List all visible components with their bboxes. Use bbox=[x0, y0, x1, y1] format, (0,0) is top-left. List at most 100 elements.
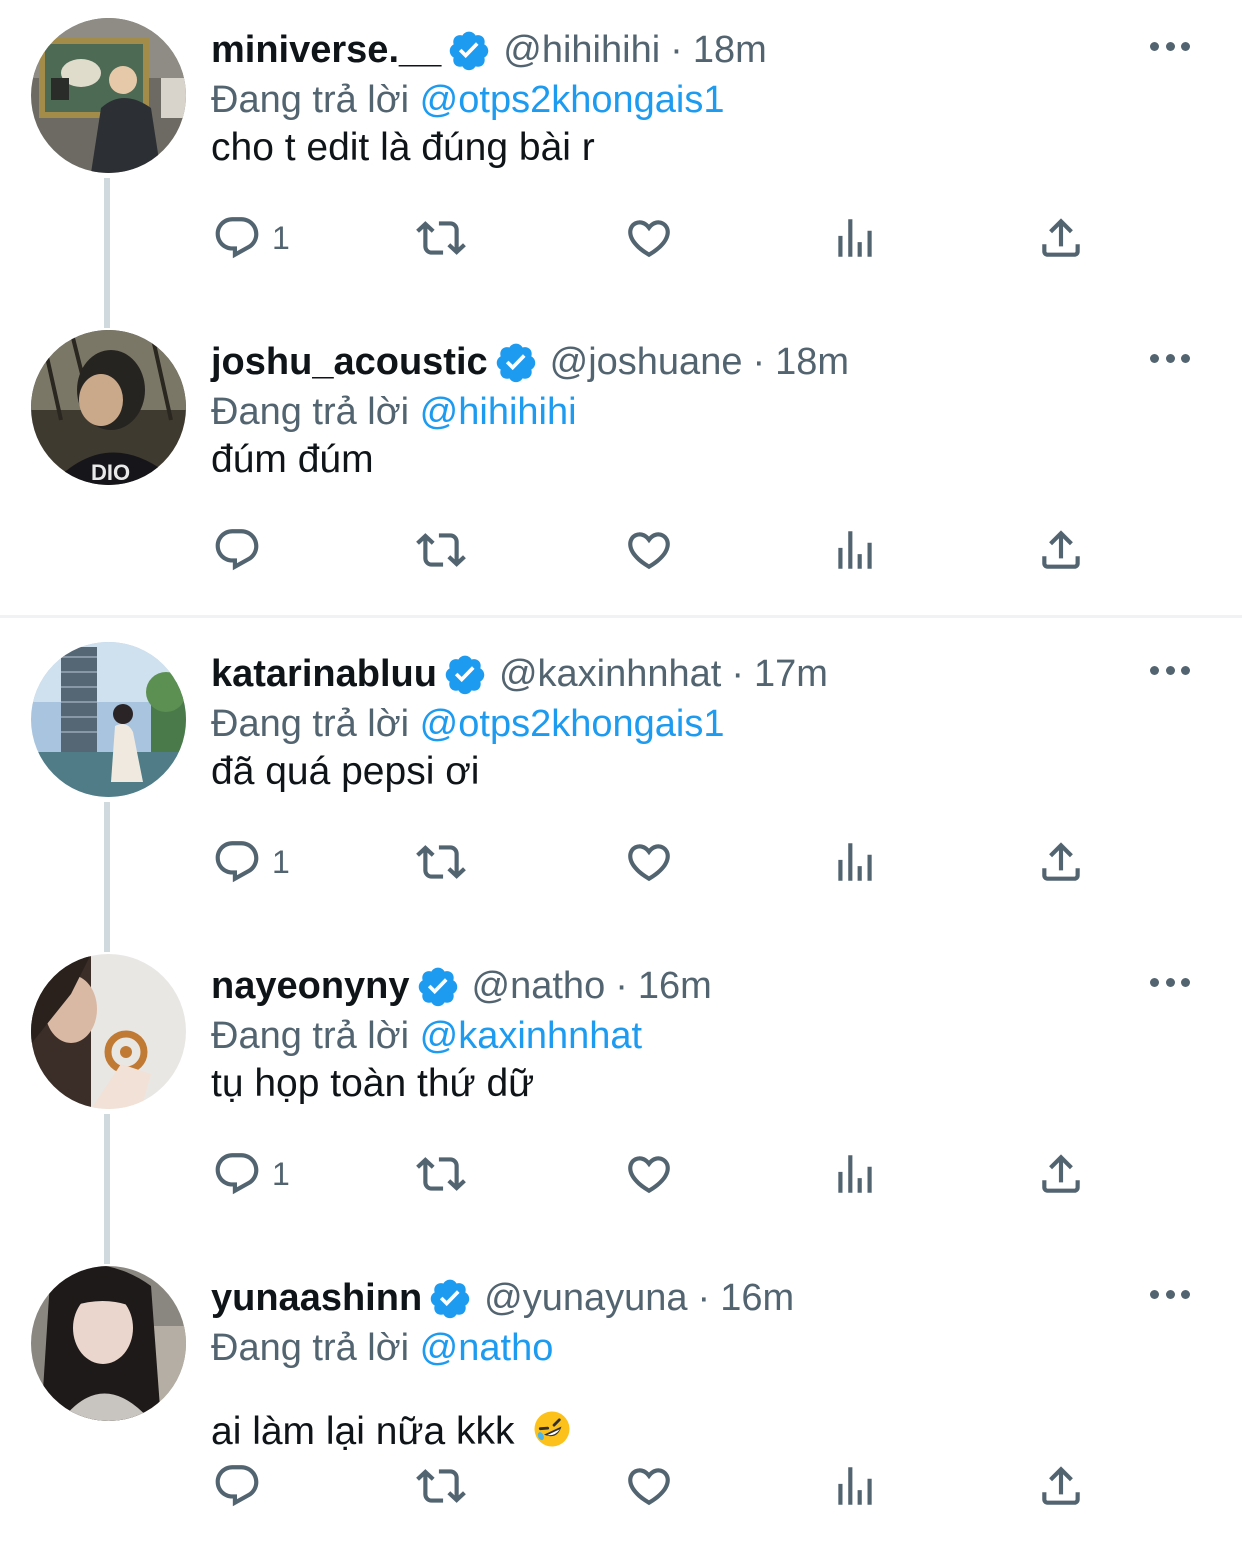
more-dots-icon[interactable] bbox=[1150, 28, 1190, 64]
views-button[interactable] bbox=[830, 832, 880, 892]
like-button[interactable] bbox=[624, 1456, 674, 1516]
reply-bubble-icon bbox=[215, 217, 259, 259]
replying-to-label: Đang trả lời bbox=[211, 1015, 410, 1057]
timestamp[interactable]: 18m bbox=[775, 336, 849, 388]
mention-link[interactable]: @otps2khongais1 bbox=[420, 79, 725, 121]
mention-link[interactable]: @natho bbox=[420, 1327, 554, 1369]
handle[interactable]: @natho bbox=[472, 960, 606, 1012]
replying-to: Đang trả lời @otps2khongais1 bbox=[211, 698, 724, 750]
views-bar-chart-icon bbox=[838, 531, 872, 569]
retweet-icon bbox=[416, 533, 466, 567]
timestamp[interactable]: 18m bbox=[693, 24, 767, 76]
reply-button[interactable]: 1 bbox=[212, 832, 290, 892]
tweet[interactable]: katarinabluu @kaxinhnhat · 17m Đang trả … bbox=[0, 624, 1242, 936]
retweet-icon bbox=[416, 1157, 466, 1191]
retweet-button[interactable] bbox=[416, 832, 466, 892]
reply-count: 1 bbox=[272, 219, 290, 256]
tweet[interactable]: yunaashinn @yunayuna · 16m Đang trả lời … bbox=[0, 1248, 1242, 1556]
reply-bubble-icon bbox=[215, 841, 259, 883]
avatar[interactable]: DIO bbox=[31, 330, 186, 485]
reply-count: 1 bbox=[272, 843, 290, 880]
display-name[interactable]: yunaashinn bbox=[211, 1272, 422, 1324]
mention-link[interactable]: @kaxinhnhat bbox=[420, 1015, 642, 1057]
views-button[interactable] bbox=[830, 208, 880, 268]
replying-to-label: Đang trả lời bbox=[211, 391, 410, 433]
handle[interactable]: @kaxinhnhat bbox=[499, 648, 721, 700]
avatar[interactable] bbox=[31, 954, 186, 1109]
tweet-text-content: ai làm lại nữa kkk bbox=[211, 1410, 515, 1453]
like-button[interactable] bbox=[624, 832, 674, 892]
reply-button[interactable] bbox=[212, 1456, 272, 1516]
avatar[interactable] bbox=[31, 1266, 186, 1421]
share-upload-icon bbox=[1042, 530, 1080, 569]
display-name[interactable]: joshu_acoustic bbox=[211, 336, 488, 388]
separator-dot: · bbox=[697, 1277, 711, 1319]
views-bar-chart-icon bbox=[838, 219, 872, 257]
heart-icon bbox=[628, 532, 670, 570]
heart-icon bbox=[628, 1156, 670, 1194]
like-button[interactable] bbox=[624, 208, 674, 268]
retweet-button[interactable] bbox=[416, 1456, 466, 1516]
display-name[interactable]: miniverse.__ bbox=[211, 24, 441, 76]
retweet-button[interactable] bbox=[416, 1144, 466, 1204]
heart-icon bbox=[628, 220, 670, 258]
heart-icon bbox=[628, 1468, 670, 1506]
more-dots-icon[interactable] bbox=[1150, 1276, 1190, 1312]
views-button[interactable] bbox=[830, 520, 880, 580]
tweet-text: cho t edit là đúng bài r bbox=[211, 126, 595, 169]
reply-bubble-icon bbox=[215, 1153, 259, 1195]
display-name[interactable]: nayeonyny bbox=[211, 960, 410, 1012]
timestamp[interactable]: 16m bbox=[720, 1272, 794, 1324]
action-bar bbox=[0, 520, 1242, 580]
retweet-button[interactable] bbox=[416, 520, 466, 580]
mention-link[interactable]: @otps2khongais1 bbox=[420, 703, 725, 745]
reply-count: 1 bbox=[272, 1155, 290, 1192]
avatar[interactable] bbox=[31, 18, 186, 173]
views-button[interactable] bbox=[830, 1456, 880, 1516]
conversation-divider bbox=[0, 615, 1242, 618]
replying-to: Đang trả lời @otps2khongais1 bbox=[211, 74, 724, 126]
share-button[interactable] bbox=[1036, 208, 1086, 268]
replying-to: Đang trả lời @natho bbox=[211, 1322, 553, 1374]
timestamp[interactable]: 16m bbox=[638, 960, 712, 1012]
share-button[interactable] bbox=[1036, 520, 1086, 580]
replying-to-label: Đang trả lời bbox=[211, 79, 410, 121]
share-button[interactable] bbox=[1036, 1144, 1086, 1204]
reply-button[interactable]: 1 bbox=[212, 1144, 290, 1204]
views-bar-chart-icon bbox=[838, 1467, 872, 1505]
tweet[interactable]: DIO joshu_acoustic @joshuane · 18m Đang … bbox=[0, 312, 1242, 614]
handle[interactable]: @hihihihi bbox=[503, 24, 660, 76]
tweet[interactable]: nayeonyny @natho · 16m Đang trả lời @kax… bbox=[0, 936, 1242, 1248]
separator-dot: · bbox=[670, 29, 683, 71]
verified-badge-icon bbox=[430, 1279, 470, 1319]
retweet-button[interactable] bbox=[416, 208, 466, 268]
tweet-text: đã quá pepsi ơi bbox=[211, 750, 480, 793]
retweet-icon bbox=[416, 845, 466, 879]
mention-link[interactable]: @hihihihi bbox=[420, 391, 577, 433]
handle[interactable]: @yunayuna bbox=[484, 1272, 687, 1324]
reply-button[interactable]: 1 bbox=[212, 208, 290, 268]
display-name[interactable]: katarinabluu bbox=[211, 648, 437, 700]
replying-to: Đang trả lời @kaxinhnhat bbox=[211, 1010, 642, 1062]
share-button[interactable] bbox=[1036, 832, 1086, 892]
share-button[interactable] bbox=[1036, 1456, 1086, 1516]
like-button[interactable] bbox=[624, 520, 674, 580]
like-button[interactable] bbox=[624, 1144, 674, 1204]
more-dots-icon[interactable] bbox=[1150, 340, 1190, 376]
views-bar-chart-icon bbox=[838, 843, 872, 881]
timestamp[interactable]: 17m bbox=[754, 648, 828, 700]
more-dots-icon[interactable] bbox=[1150, 652, 1190, 688]
avatar[interactable] bbox=[31, 642, 186, 797]
verified-badge-icon bbox=[450, 31, 489, 71]
retweet-icon bbox=[416, 1469, 466, 1503]
verified-badge-icon bbox=[496, 343, 535, 383]
tweet[interactable]: miniverse.__ @hihihihi · 18m Đang trả lờ… bbox=[0, 0, 1242, 312]
separator-dot: · bbox=[615, 965, 628, 1007]
reply-button[interactable] bbox=[212, 520, 272, 580]
handle[interactable]: @joshuane bbox=[550, 336, 743, 388]
views-bar-chart-icon bbox=[838, 1155, 872, 1193]
tweet-text: ai làm lại nữa kkk bbox=[211, 1406, 573, 1458]
views-button[interactable] bbox=[830, 1144, 880, 1204]
more-dots-icon[interactable] bbox=[1150, 964, 1190, 1000]
tweet-text: đúm đúm bbox=[211, 438, 374, 481]
